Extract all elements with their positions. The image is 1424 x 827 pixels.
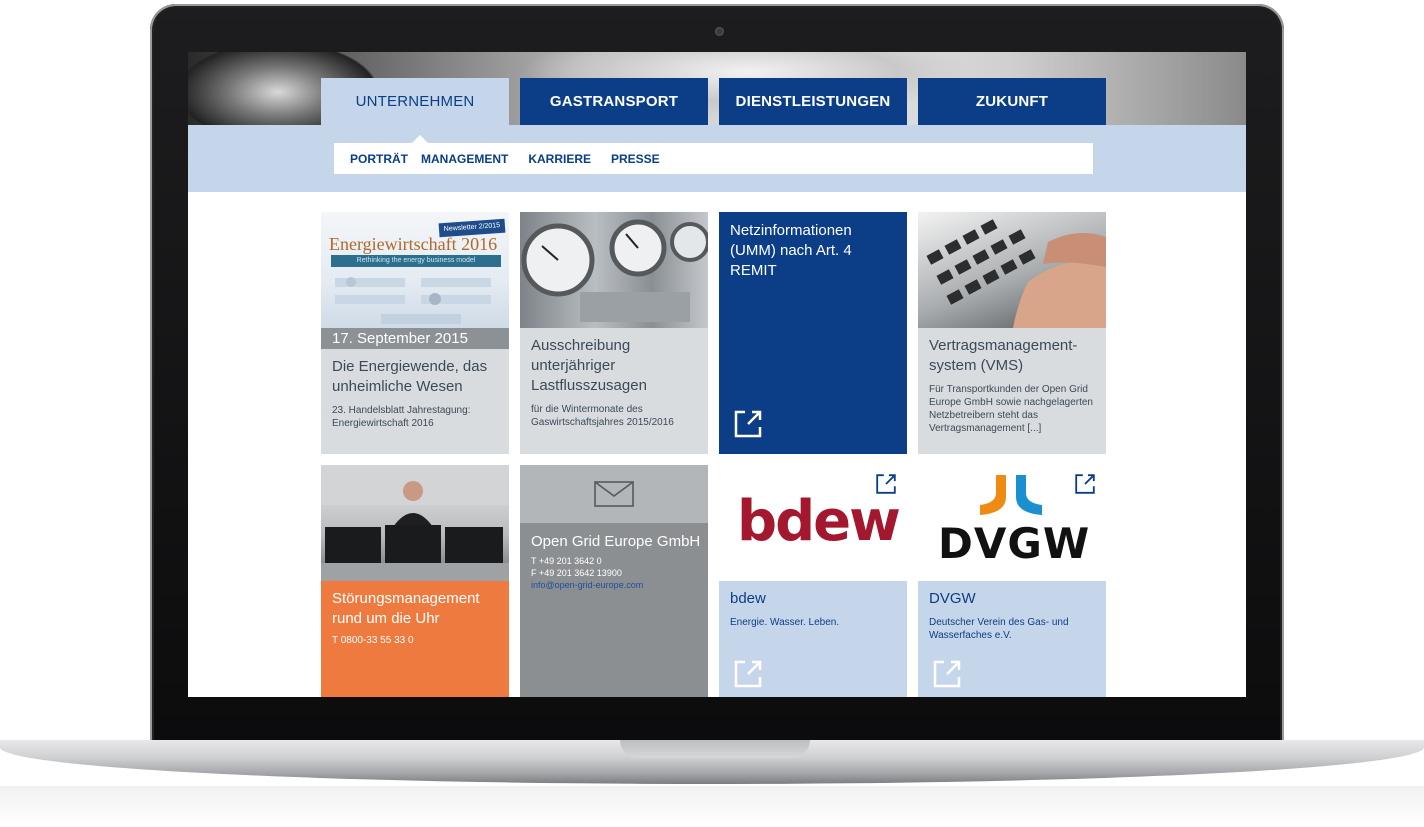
tab-dienstleistungen[interactable]: DIENSTLEISTUNGEN — [719, 78, 907, 125]
tile-text: für die Wintermonate des Gaswirtschaftsj… — [531, 404, 674, 428]
magazine-subtitle: Rethinking the energy business model — [331, 255, 501, 267]
tile-event-energiewende[interactable]: Newsletter 2/2015 Energiewirtschaft 2016… — [321, 212, 509, 454]
webcam — [715, 27, 724, 36]
tile-body: DVGW Deutscher Verein des Gas- und Wasse… — [918, 581, 1106, 697]
tile-title: Ausschreibung unterjähriger Lastflusszus… — [531, 337, 647, 394]
tile-text: T 0800-33 55 33 0 — [332, 635, 414, 646]
keyboard-image — [918, 212, 1106, 328]
tile-body: Vertragsmanagement-system (VMS) Für Tran… — [918, 328, 1106, 454]
tile-text: 23. Handelsblatt Jahrestagung: Energiewi… — [332, 405, 471, 429]
magazine-speaker-photos — [335, 277, 491, 324]
tab-zukunft[interactable]: ZUKUNFT — [918, 78, 1106, 125]
tile-title: Die Energiewende, das unheimliche Wesen — [332, 358, 488, 395]
tile-vertragsmanagement[interactable]: Vertragsmanagement-system (VMS) Für Tran… — [918, 212, 1106, 454]
gauge-icon — [521, 219, 708, 322]
tile-title: Störungsmanagement rund um die Uhr — [332, 590, 480, 627]
dvgw-logo-mark — [980, 475, 1042, 515]
operator-photo — [321, 465, 509, 581]
sub-navigation: PORTRÄT MANAGEMENT KARRIERE PRESSE — [334, 135, 1093, 174]
subnav-item-portraet[interactable]: PORTRÄT — [350, 152, 408, 166]
tab-unternehmen[interactable]: UNTERNEHMEN — [321, 78, 509, 125]
tile-title: bdew — [730, 590, 766, 607]
contact-phone: T +49 201 3642 0 — [531, 556, 602, 566]
tile-text: Energie. Wasser. Leben. — [730, 617, 840, 628]
tile-title: DVGW — [929, 590, 976, 607]
magazine-title: Energiewirtschaft 2016 — [329, 234, 498, 254]
external-link-icon[interactable] — [733, 409, 763, 439]
laptop-reflection — [0, 786, 1424, 826]
external-link-icon[interactable] — [932, 659, 962, 689]
tile-title: Vertragsmanagement-system (VMS) — [929, 337, 1078, 374]
tile-contact[interactable]: Open Grid Europe GmbH T +49 201 3642 0 F… — [520, 465, 708, 697]
tab-gastransport[interactable]: GASTRANSPORT — [520, 78, 708, 125]
subnav-item-karriere[interactable]: KARRIERE — [528, 152, 591, 166]
contact-header — [520, 465, 708, 523]
external-link-icon[interactable] — [733, 659, 763, 689]
active-indicator-caret — [412, 135, 428, 143]
tile-bdew[interactable]: bdew bdew Energie. Wasser. Leben. — [719, 465, 907, 697]
bdew-logo: bdew — [737, 489, 901, 554]
contact-fax: F +49 201 3642 13900 — [531, 568, 622, 578]
newsletter-cover-image: Newsletter 2/2015 Energiewirtschaft 2016… — [321, 212, 509, 328]
pressure-gauges-image — [520, 212, 708, 328]
contact-email-link[interactable]: info@open-grid-europe.com — [531, 579, 701, 591]
tile-title: Netzinformationen (UMM) nach Art. 4 REMI… — [730, 222, 852, 279]
subnav-item-presse[interactable]: PRESSE — [611, 152, 660, 166]
tile-body: bdew Energie. Wasser. Leben. — [719, 581, 907, 697]
tile-body: Die Energiewende, das unheimliche Wesen … — [321, 349, 509, 454]
subnav-item-management[interactable]: MANAGEMENT — [421, 152, 508, 166]
dvgw-logo: DVGW — [938, 519, 1091, 568]
laptop-screen: UNTERNEHMEN GASTRANSPORT DIENSTLEISTUNGE… — [188, 52, 1246, 697]
tile-stoerungsmanagement[interactable]: Störungsmanagement rund um die Uhr T 080… — [321, 465, 509, 697]
tile-text: Deutscher Verein des Gas- und Wasserfach… — [929, 617, 1069, 641]
keyboard-icon — [926, 219, 1106, 328]
tile-ausschreibung[interactable]: Ausschreibung unterjähriger Lastflusszus… — [520, 212, 708, 454]
laptop-notch — [620, 740, 810, 758]
tile-text: Für Transportkunden der Open Grid Europe… — [929, 384, 1093, 434]
tile-body: Ausschreibung unterjähriger Lastflusszus… — [520, 328, 708, 454]
control-room-image — [321, 465, 509, 581]
envelope-icon — [594, 481, 634, 507]
company-name: Open Grid Europe GmbH — [531, 533, 701, 550]
external-link-icon[interactable] — [1074, 473, 1096, 495]
external-link-icon[interactable] — [875, 473, 897, 495]
tile-netzinformationen[interactable]: Netzinformationen (UMM) nach Art. 4 REMI… — [719, 212, 907, 454]
tile-dvgw[interactable]: DVGW DVGW Deutscher Verein des Gas- und … — [918, 465, 1106, 697]
event-date: 17. September 2015 — [321, 328, 509, 349]
tile-body: Störungsmanagement rund um die Uhr T 080… — [321, 581, 509, 697]
